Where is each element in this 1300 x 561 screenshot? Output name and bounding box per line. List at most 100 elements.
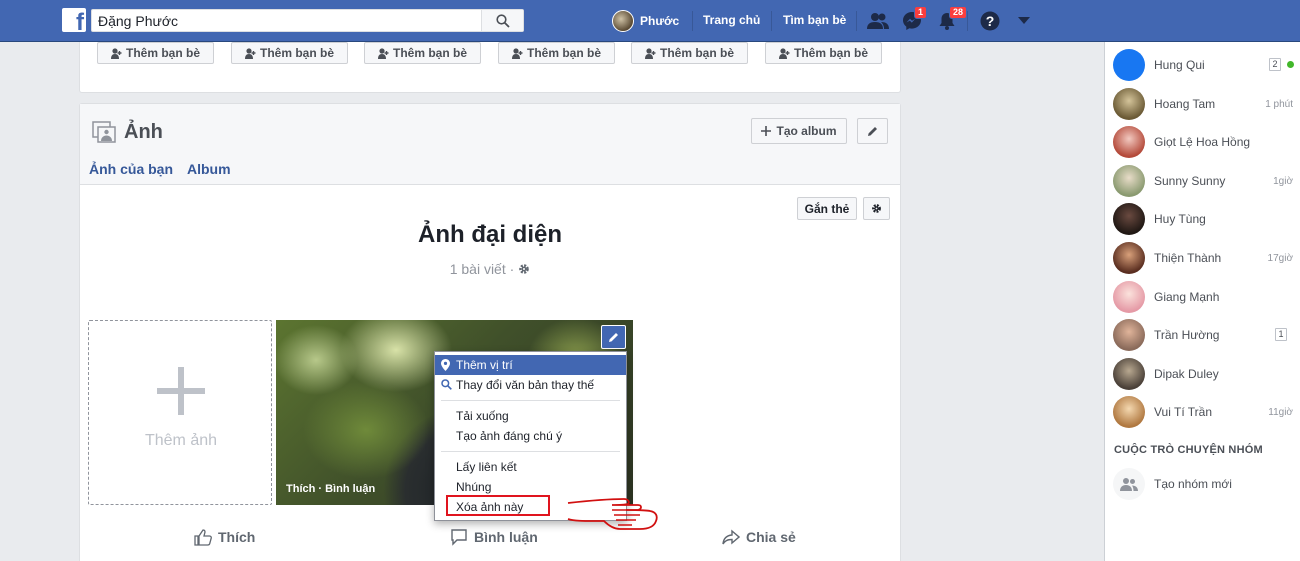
avatar	[612, 10, 634, 32]
menu-item-download[interactable]: Tải xuống	[435, 406, 626, 426]
contact-item[interactable]: Sunny Sunny 1giờ	[1113, 164, 1293, 198]
profile-name: Phước	[640, 14, 680, 28]
nav-divider	[771, 11, 772, 31]
photos-section: Ảnh Tạo album Ảnh của bạn Album Gắn thẻ …	[79, 103, 901, 561]
contact-item[interactable]: Hoang Tam 1 phút	[1113, 87, 1293, 121]
contact-item[interactable]: Huy Tùng	[1113, 202, 1293, 236]
pencil-icon	[868, 126, 877, 136]
menu-item-add-location[interactable]: Thêm vị trí	[435, 355, 626, 375]
menu-item-get-link[interactable]: Lấy liên kết	[435, 457, 626, 477]
post-actions: Thích Bình luận Chia sẻ	[80, 525, 900, 555]
photo-caption: Thích · Bình luận	[286, 483, 376, 495]
add-friend-button[interactable]: Thêm bạn bè	[631, 42, 748, 64]
comment-button[interactable]: Bình luận	[450, 528, 538, 546]
contact-item[interactable]: Giọt Lệ Hoa Hồng	[1113, 125, 1293, 159]
menu-item-feature-photo[interactable]: Tạo ảnh đáng chú ý	[435, 426, 626, 446]
contact-item[interactable]: Trần Hường 1	[1113, 318, 1293, 352]
gear-icon[interactable]	[518, 263, 530, 275]
photo-edit-button[interactable]	[601, 325, 626, 349]
add-friend-icon	[778, 47, 790, 59]
add-photo-label: Thêm ảnh	[144, 432, 218, 449]
tab-albums[interactable]: Album	[187, 161, 231, 177]
post-count: 1 bài viết ·	[449, 261, 515, 277]
search-button[interactable]	[481, 10, 523, 31]
chat-sidebar: Hung Qui 2 Hoang Tam 1 phút Giọt Lệ Hoa …	[1104, 42, 1300, 561]
last-active-time: 1giờ	[1273, 175, 1293, 187]
home-link[interactable]: Trang chủ	[703, 13, 760, 27]
tab-your-photos[interactable]: Ảnh của bạn	[89, 161, 173, 177]
add-friend-button[interactable]: Thêm bạn bè	[364, 42, 481, 64]
avatar	[1113, 126, 1145, 158]
settings-button[interactable]	[863, 197, 890, 220]
avatar	[1113, 165, 1145, 197]
search-icon	[495, 13, 510, 28]
tag-button[interactable]: Gắn thẻ	[797, 197, 857, 220]
friends-icon	[867, 13, 889, 29]
friend-requests-button[interactable]	[866, 9, 890, 33]
facebook-logo[interactable]: f	[62, 8, 86, 32]
add-friend-button[interactable]: Thêm bạn bè	[498, 42, 615, 64]
contact-item[interactable]: Giang Mạnh	[1113, 280, 1293, 314]
account-menu-button[interactable]	[1012, 9, 1036, 33]
add-friend-button[interactable]: Thêm bạn bè	[231, 42, 348, 64]
unread-count: 1	[1275, 328, 1287, 341]
find-friends-link[interactable]: Tìm bạn bè	[783, 13, 846, 27]
album-meta: 1 bài viết ·	[80, 261, 900, 277]
edit-section-button[interactable]	[857, 118, 888, 144]
search-icon	[441, 379, 452, 390]
menu-separator	[441, 451, 620, 452]
pencil-icon	[609, 332, 618, 342]
search-input[interactable]	[92, 10, 472, 31]
group-icon	[1120, 478, 1138, 491]
menu-separator	[441, 400, 620, 401]
avatar	[1113, 319, 1145, 351]
avatar	[1113, 468, 1145, 500]
avatar	[1113, 358, 1145, 390]
create-album-button[interactable]: Tạo album	[751, 118, 847, 144]
online-indicator	[1287, 61, 1294, 68]
caret-down-icon	[1018, 17, 1030, 24]
notifications-badge: 28	[949, 6, 968, 19]
contact-item[interactable]: Dipak Duley	[1113, 357, 1293, 391]
messages-badge: 1	[914, 6, 928, 19]
profile-link[interactable]: Phước	[612, 9, 679, 33]
create-group-button[interactable]: Tạo nhóm mới	[1113, 467, 1293, 501]
add-friend-button[interactable]: Thêm bạn bè	[765, 42, 882, 64]
nav-divider	[856, 11, 857, 31]
last-active-time: 17giờ	[1267, 252, 1293, 264]
plus-icon	[157, 367, 205, 415]
svg-text:?: ?	[986, 13, 995, 29]
menu-item-alt-text[interactable]: Thay đổi văn bản thay thế	[435, 375, 626, 395]
friend-suggestions-strip: Thêm bạn bè Thêm bạn bè Thêm bạn bè Thêm…	[79, 42, 901, 93]
add-friend-icon	[511, 47, 523, 59]
delete-highlight-box	[446, 495, 550, 516]
thumbs-up-icon	[194, 529, 212, 546]
avatar	[1113, 49, 1145, 81]
contact-item[interactable]: Vui Tí Trần 11giờ	[1113, 395, 1293, 429]
nav-divider	[692, 11, 693, 31]
avatar	[1113, 396, 1145, 428]
avatar	[1113, 88, 1145, 120]
contact-item[interactable]: Thiện Thành 17giờ	[1113, 241, 1293, 275]
add-photo-tile[interactable]: Thêm ảnh	[88, 320, 272, 505]
section-title: Ảnh	[124, 121, 163, 143]
comment-icon	[451, 529, 467, 546]
messages-button[interactable]: 1	[900, 6, 928, 33]
add-friend-icon	[110, 47, 122, 59]
photos-header: Ảnh Tạo album Ảnh của bạn Album	[80, 104, 900, 185]
notifications-button[interactable]: 28	[935, 6, 968, 33]
avatar	[1113, 203, 1145, 235]
gear-icon	[872, 204, 881, 213]
like-button[interactable]: Thích	[194, 528, 255, 546]
photos-icon	[92, 121, 116, 143]
contact-item[interactable]: Hung Qui 2	[1113, 48, 1294, 82]
help-button[interactable]: ?	[978, 9, 1002, 33]
add-friend-icon	[377, 47, 389, 59]
share-button[interactable]: Chia sẻ	[722, 528, 796, 546]
unread-count: 2	[1269, 58, 1281, 71]
nav-divider	[967, 11, 968, 31]
location-pin-icon	[441, 359, 450, 371]
search-bar	[91, 9, 524, 32]
add-friend-button[interactable]: Thêm bạn bè	[97, 42, 214, 64]
last-active-time: 11giờ	[1268, 406, 1293, 418]
